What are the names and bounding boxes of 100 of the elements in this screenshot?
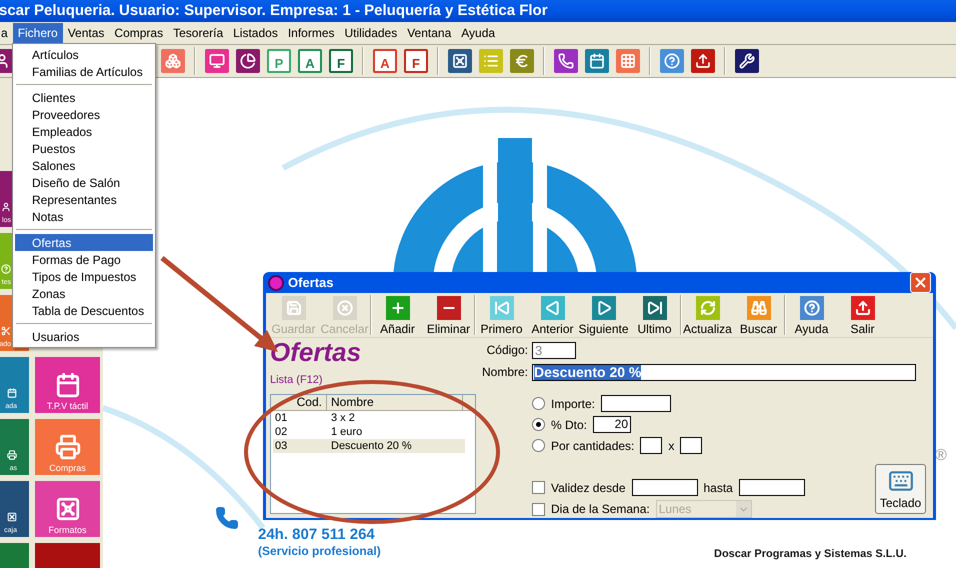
caret-icon [736, 501, 751, 517]
radio-button[interactable] [532, 418, 545, 431]
toolbar-button[interactable]: Eliminar [423, 294, 474, 336]
menu-entry[interactable]: Artículos [15, 46, 153, 63]
toolbar-button[interactable]: Ultimo [629, 294, 680, 336]
company-name: Doscar Programas y Sistemas S.L.U. [714, 547, 907, 562]
option-label: Por cantidades: [551, 438, 634, 454]
radio-button[interactable] [532, 397, 545, 410]
support-note: (Servicio profesional) [258, 544, 381, 558]
module-tile[interactable]: T.P.V táctil [35, 357, 100, 413]
menu-item[interactable]: Ventana [402, 23, 456, 43]
list-row[interactable]: 02 1 euro [273, 424, 465, 438]
menu-entry[interactable]: Proveedores [15, 106, 153, 123]
telephone-icon [215, 506, 239, 530]
table-cell-text: 01 [274, 410, 288, 424]
menu-entry[interactable]: Tipos de Impuestos [15, 268, 153, 285]
tools-icon[interactable] [735, 49, 759, 73]
calendar-icon [54, 372, 80, 398]
menu-item[interactable]: Ventas [62, 23, 110, 43]
times-sign: x [668, 438, 674, 454]
folder-letter-icon[interactable]: A [298, 49, 322, 73]
input-field[interactable]: Descuento 20 % [532, 364, 916, 380]
phone-icon[interactable] [554, 49, 578, 73]
euro-icon[interactable] [510, 49, 534, 73]
menu-entry[interactable]: Familias de Artículos [15, 63, 153, 80]
pie-chart-icon[interactable] [236, 49, 260, 73]
list-link[interactable]: Lista (F12) [270, 372, 476, 388]
toolbar-button[interactable]: Salir [837, 294, 888, 336]
menu-item[interactable]: Compras [109, 23, 168, 43]
cancel-icon [332, 296, 356, 320]
toolbar-button[interactable]: Anterior [527, 294, 578, 336]
menu-entry[interactable]: Formas de Pago [15, 251, 153, 268]
menu-item[interactable]: Tesorería [168, 23, 228, 43]
input-field[interactable] [640, 437, 662, 454]
checkbox[interactable] [532, 502, 545, 516]
monitor-icon[interactable] [205, 49, 229, 73]
menu-item[interactable]: Fichero [12, 23, 63, 43]
menu-entry[interactable]: Representantes [15, 191, 153, 208]
list-row[interactable]: 01 3 x 2 [273, 410, 465, 424]
calendar-icon[interactable] [585, 49, 609, 73]
toolbar-button[interactable]: Primero [476, 294, 527, 336]
scissors-icon [1, 326, 11, 336]
plus-icon [386, 296, 410, 320]
input-field[interactable] [680, 437, 702, 454]
module-tile[interactable]: Formatos [35, 481, 100, 537]
boxes-icon[interactable] [161, 49, 185, 73]
menu-entry[interactable]: Clientes [15, 89, 153, 106]
radio-button[interactable] [532, 439, 545, 452]
safe-icon[interactable] [448, 49, 472, 73]
option-label: hasta [704, 480, 733, 496]
exit-icon [850, 296, 874, 320]
table-cell-text: 1 euro [330, 424, 362, 438]
option-label: % Dto: [551, 416, 588, 434]
skip-forward-icon [642, 296, 666, 320]
menu-item[interactable]: Ayuda [456, 23, 500, 43]
input-field[interactable]: 20 [593, 416, 632, 433]
safe-icon [7, 512, 17, 522]
person-icon [1, 202, 11, 212]
toolbar-button[interactable]: Siguiente [578, 294, 629, 336]
keyboard-button[interactable]: Teclado [875, 464, 926, 514]
safe-icon [54, 496, 80, 522]
grid-icon[interactable] [616, 49, 640, 73]
menu-entry[interactable]: Usuarios [15, 328, 153, 345]
menu-entry[interactable]: Diseño de Salón [15, 174, 153, 191]
folder-letter-icon[interactable]: A [373, 49, 397, 73]
menu-item[interactable]: Utilidades [340, 23, 402, 43]
menu-item[interactable]: Listados [228, 23, 283, 43]
menu-item[interactable]: Informes [282, 23, 340, 43]
toolbar-button[interactable]: Buscar [733, 294, 784, 336]
binoculars-icon [746, 296, 770, 320]
upload-icon[interactable] [691, 49, 715, 73]
folder-letter-icon[interactable]: F [329, 49, 353, 73]
minus-icon [436, 296, 460, 320]
checkbox[interactable] [532, 481, 545, 494]
play-icon [592, 296, 616, 320]
calendar-icon [7, 388, 17, 398]
menu-entry[interactable]: Ofertas [15, 234, 153, 251]
menu-entry[interactable]: Zonas [15, 285, 153, 302]
menu-entry[interactable]: Puestos [15, 140, 153, 157]
menu-entry[interactable]: Tabla de Descuentos [15, 302, 153, 319]
toolbar-button[interactable]: Actualiza [682, 294, 733, 336]
field-label: Nombre: [482, 364, 528, 381]
list-row[interactable]: 03 Descuento 20 % [273, 438, 465, 452]
column-header[interactable]: Nombre [327, 394, 463, 410]
toolbar-button[interactable]: Ayuda [786, 294, 837, 336]
toolbar-button[interactable]: Añadir [372, 294, 423, 336]
folder-letter-icon[interactable]: F [404, 49, 428, 73]
menu-entry[interactable]: Notas [15, 208, 153, 225]
menu-item[interactable]: a [0, 23, 13, 43]
input-field[interactable] [738, 479, 805, 496]
input-field[interactable] [632, 479, 698, 496]
column-header[interactable]: Cod. [271, 394, 327, 410]
app-icon [268, 274, 284, 290]
close-button[interactable] [910, 272, 931, 293]
menu-entry[interactable]: Empleados [15, 123, 153, 140]
field-label: Código: [486, 342, 528, 359]
table-cell-text: 03 [274, 438, 288, 452]
help-icon[interactable] [660, 49, 684, 73]
input-field[interactable] [601, 395, 672, 412]
menu-entry[interactable]: Salones [15, 157, 153, 174]
